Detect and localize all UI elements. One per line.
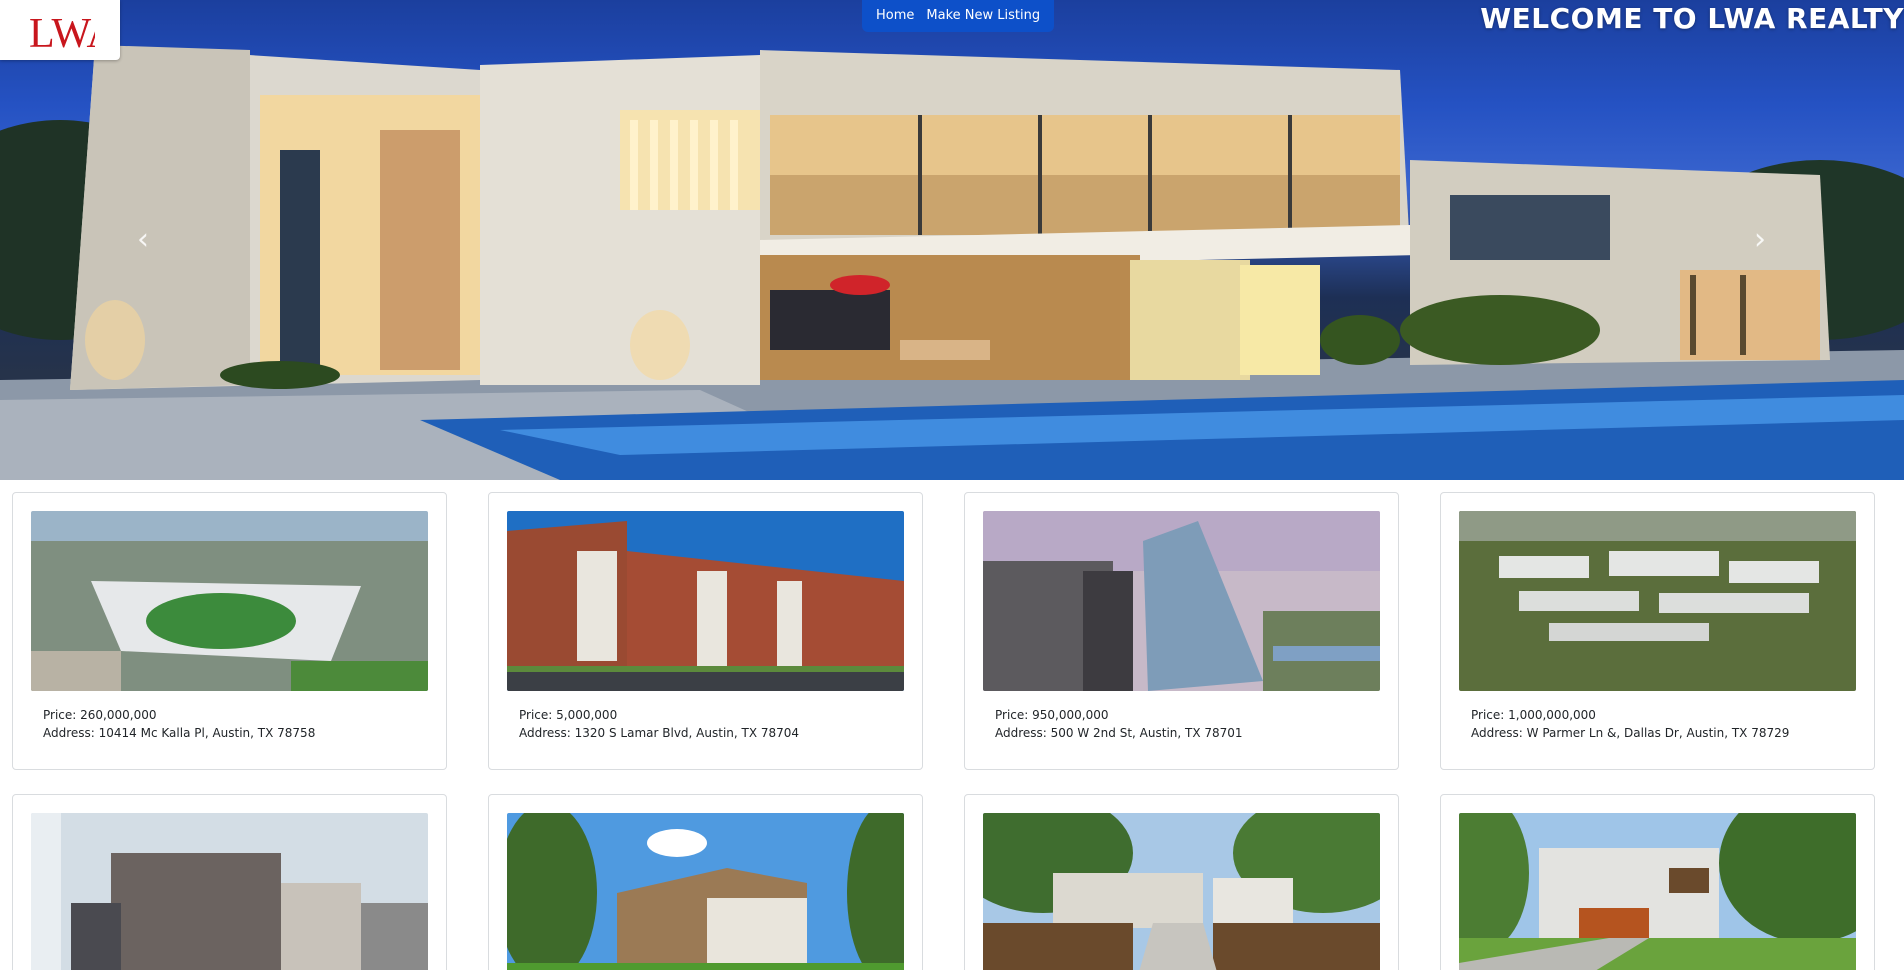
nav-home-link[interactable]: Home	[870, 0, 920, 32]
page-title: WELCOME TO LWA REALTY	[1480, 2, 1904, 35]
listing-price: Price: 5,000,000	[519, 708, 618, 722]
listing-info: Price: 1,000,000,000 Address: W Parmer L…	[1471, 706, 1789, 742]
listing-address: Address: 10414 Mc Kalla Pl, Austin, TX 7…	[43, 726, 316, 740]
main-nav: Home Make New Listing	[862, 0, 1055, 32]
lwa-logo-mark: LWA	[29, 11, 95, 57]
listing-card[interactable]: Price: 260,000,000 Address: 10414 Mc Kal…	[12, 492, 447, 770]
listing-price: Price: 950,000,000	[995, 708, 1109, 722]
listings-grid: Price: 260,000,000 Address: 10414 Mc Kal…	[0, 480, 1904, 970]
lwa-logo[interactable]: LWA	[0, 0, 120, 60]
hero-house-image	[0, 45, 1904, 480]
listing-card[interactable]: Price: 5,000,000 Address: 1320 S Lamar B…	[488, 492, 923, 770]
svg-text:LWA: LWA	[29, 11, 95, 57]
carousel-prev-button[interactable]: ‹	[123, 222, 163, 258]
listing-card[interactable]	[488, 794, 923, 970]
listing-image[interactable]	[507, 813, 904, 970]
listing-card[interactable]	[964, 794, 1399, 970]
listing-image[interactable]	[31, 511, 428, 691]
listing-address: Address: 500 W 2nd St, Austin, TX 78701	[995, 726, 1243, 740]
carousel-next-button[interactable]: ›	[1740, 222, 1780, 258]
listing-image[interactable]	[1459, 511, 1856, 691]
listing-info: Price: 950,000,000 Address: 500 W 2nd St…	[995, 706, 1243, 742]
listing-card[interactable]	[1440, 794, 1875, 970]
listing-image[interactable]	[983, 813, 1380, 970]
listing-info: Price: 260,000,000 Address: 10414 Mc Kal…	[43, 706, 315, 742]
listing-image[interactable]	[507, 511, 904, 691]
listing-info: Price: 5,000,000 Address: 1320 S Lamar B…	[519, 706, 799, 742]
listing-card[interactable]: Price: 950,000,000 Address: 500 W 2nd St…	[964, 492, 1399, 770]
listing-address: Address: 1320 S Lamar Blvd, Austin, TX 7…	[519, 726, 800, 740]
listing-image[interactable]	[1459, 813, 1856, 970]
listing-price: Price: 260,000,000	[43, 708, 157, 722]
listing-card[interactable]	[12, 794, 447, 970]
listing-price: Price: 1,000,000,000	[1471, 708, 1596, 722]
chevron-left-icon: ‹	[137, 222, 149, 257]
chevron-right-icon: ›	[1754, 222, 1766, 257]
listing-card[interactable]: Price: 1,000,000,000 Address: W Parmer L…	[1440, 492, 1875, 770]
listing-image[interactable]	[31, 813, 428, 970]
listing-address: Address: W Parmer Ln &, Dallas Dr, Austi…	[1471, 726, 1790, 740]
listing-image[interactable]	[983, 511, 1380, 691]
nav-make-new-listing-link[interactable]: Make New Listing	[920, 0, 1046, 32]
hero-carousel: LWA Home Make New Listing WELCOME TO LWA…	[0, 0, 1904, 480]
